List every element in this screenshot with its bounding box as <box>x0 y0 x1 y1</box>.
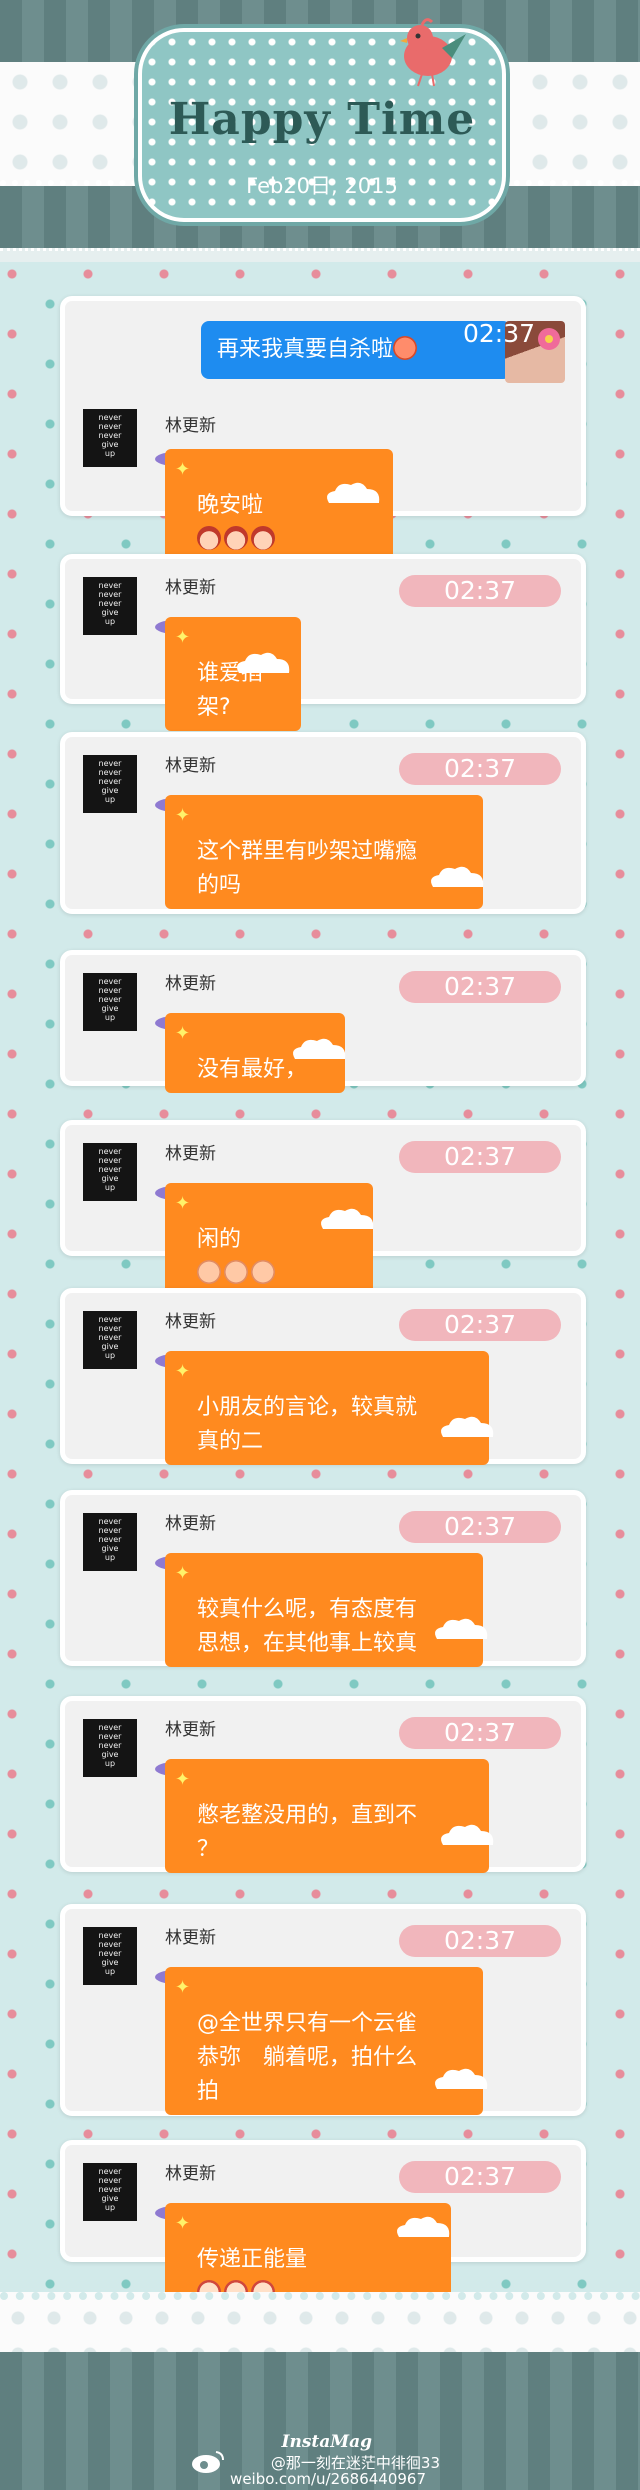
plus-icon: ✦ <box>175 1193 191 1214</box>
message-text: 传递正能量 <box>197 2247 308 2272</box>
plus-icon: ✦ <box>175 805 191 826</box>
message-time: 02:37 <box>399 753 561 785</box>
avatar: never never never give up <box>83 1719 137 1777</box>
plus-icon: ✦ <box>175 1361 191 1382</box>
weibo-icon <box>192 2451 224 2473</box>
chat-card: never never never give up 林更新 02:37 ✦ 这个群里有吵架… <box>60 732 586 914</box>
cloud-icon <box>435 1618 488 1639</box>
plus-icon: ✦ <box>175 2213 191 2234</box>
plus-icon: ✦ <box>175 459 191 480</box>
cloud-icon <box>327 482 380 503</box>
sender-name: 林更新 <box>165 1144 216 1164</box>
message-text: @全世界只有一个云雀 恭弥 躺着呢，拍什么 拍 <box>197 2011 418 2104</box>
message-text: 憋老整没用的，直到不 ？ <box>197 1803 418 1862</box>
plus-icon: ✦ <box>175 627 191 648</box>
avatar: never never never give up <box>83 1927 137 1985</box>
avatar: never never never give up <box>83 973 137 1031</box>
avatar: never never never give up <box>83 1143 137 1201</box>
bird-icon <box>400 18 466 87</box>
avatar: never never never give up <box>83 1513 137 1571</box>
message-bubble: ✦ 这个群里有吵架过嘴瘾 的吗 <box>165 795 483 909</box>
message-bubble: ✦ 小朋友的言论，较真就 真的二 <box>165 1351 489 1465</box>
face-emoji-icon <box>251 526 275 550</box>
message-time: 02:37 <box>399 575 561 607</box>
message-text: 较真什么呢，有态度有 思想，在其他事上较真 <box>197 1597 418 1656</box>
outgoing-message-text: 再来我真要自杀啦 <box>217 337 394 362</box>
chat-card: never never never give up 林更新 02:37 ✦ 小朋友的言论，… <box>60 1288 586 1465</box>
message-bubble: ✦ 憋老整没用的，直到不 ？ <box>165 1759 489 1873</box>
sender-name: 林更新 <box>165 1720 216 1740</box>
footer-lace <box>0 2292 640 2360</box>
sender-name: 林更新 <box>165 1514 216 1534</box>
page-date: Feb20日, 2015 <box>246 174 398 198</box>
message-time: 02:37 <box>399 1717 561 1749</box>
avatar: never never never give up <box>83 409 137 467</box>
message-time: 02:37 <box>399 1309 561 1341</box>
cloud-icon <box>397 2216 450 2237</box>
message-text: 这个群里有吵架过嘴瘾 的吗 <box>197 839 418 898</box>
sender-name: 林更新 <box>165 1928 216 1948</box>
plus-icon: ✦ <box>175 1977 191 1998</box>
brand-label: InstaMag <box>281 2432 372 2452</box>
sender-name: 林更新 <box>165 756 216 776</box>
cloud-icon <box>441 1416 494 1437</box>
plus-icon: ✦ <box>175 1023 191 1044</box>
cloud-icon <box>321 1208 374 1229</box>
chat-card: never never never give up 林更新 02:37 ✦ 谁爱掐架? <box>60 554 586 731</box>
chat-card: never never never give up 林更新 02:37 ✦ 没有最好， <box>60 950 586 1093</box>
cloud-icon <box>237 652 290 673</box>
message-text: 闲的 <box>197 1227 242 1252</box>
baby-emoji-icon <box>224 1260 248 1284</box>
chat-card: never never never give up 林更新 02:37 ✦ @全世界只有一… <box>60 1904 586 2116</box>
sender-name: 林更新 <box>165 974 216 994</box>
outgoing-time: 02:37 <box>463 319 536 348</box>
weibo-url: weibo.com/u/2686440967 <box>230 2470 426 2488</box>
chat-card: 再来我真要自杀啦 02:37 never never never give up 林更新… <box>60 296 586 563</box>
sender-name: 林更新 <box>165 1312 216 1332</box>
sender-name: 林更新 <box>165 578 216 598</box>
face-emoji-icon <box>224 526 248 550</box>
message-bubble: ✦ 闲的 <box>165 1183 373 1297</box>
avatar: never never never give up <box>83 2163 137 2221</box>
avatar: never never never give up <box>83 577 137 635</box>
sender-name: 林更新 <box>165 416 216 436</box>
angry-emoji-icon <box>393 336 418 360</box>
chat-card: never never never give up 林更新 02:37 ✦ 闲的 <box>60 1120 586 1297</box>
baby-emoji-icon <box>197 1260 221 1284</box>
plus-icon: ✦ <box>175 1563 191 1584</box>
message-time: 02:37 <box>399 1925 561 1957</box>
avatar: never never never give up <box>83 1311 137 1369</box>
cloud-icon <box>435 2068 488 2089</box>
plus-icon: ✦ <box>175 1769 191 1790</box>
avatar: never never never give up <box>83 755 137 813</box>
message-time: 02:37 <box>399 1511 561 1543</box>
message-text: 小朋友的言论，较真就 真的二 <box>197 1395 418 1454</box>
chat-card: never never never give up 林更新 02:37 ✦ 较真什么呢，有… <box>60 1490 586 1667</box>
cloud-icon <box>431 866 484 887</box>
cloud-icon <box>293 1038 346 1059</box>
chat-card: never never never give up 林更新 02:37 ✦ 憋老整没用的，… <box>60 1696 586 1873</box>
page-title: Happy Time <box>168 94 476 145</box>
message-bubble: ✦ 较真什么呢，有态度有 思想，在其他事上较真 <box>165 1553 483 1667</box>
message-time: 02:37 <box>399 2161 561 2193</box>
baby-emoji-icon <box>251 1260 275 1284</box>
chat-card: never never never give up 林更新 02:37 ✦ 传递正能量 <box>60 2140 586 2317</box>
message-text: 晚安啦 <box>197 493 264 518</box>
message-time: 02:37 <box>399 971 561 1003</box>
message-time: 02:37 <box>399 1141 561 1173</box>
cloud-icon <box>441 1824 494 1845</box>
face-emoji-icon <box>197 526 221 550</box>
sender-name: 林更新 <box>165 2164 216 2184</box>
